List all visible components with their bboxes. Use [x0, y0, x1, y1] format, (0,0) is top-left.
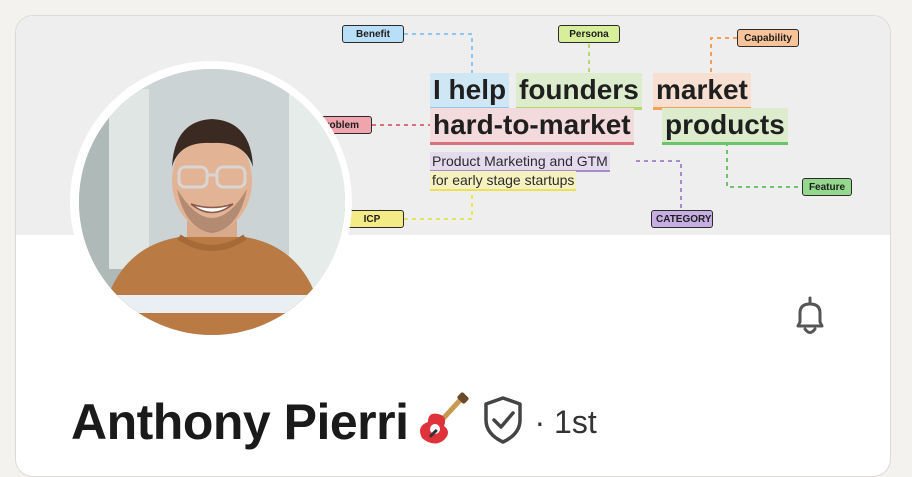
tag-capability: Capability [737, 29, 799, 47]
profile-card: Benefit Persona Capability Problem Featu… [15, 15, 891, 477]
tag-feature: Feature [802, 178, 852, 196]
tag-benefit: Benefit [342, 25, 404, 43]
verified-shield-icon[interactable] [480, 394, 526, 451]
profile-name: Anthony Pierri [71, 394, 409, 450]
connection-degree: · 1st [534, 403, 597, 440]
subline-product-marketing: Product Marketing and GTM [430, 152, 610, 172]
avatar-photo [79, 69, 345, 335]
headline-i-help: I help [430, 73, 510, 110]
guitar-icon [414, 391, 472, 453]
tag-category: CATEGORY [651, 210, 713, 228]
avatar[interactable] [79, 69, 345, 335]
tag-persona: Persona [558, 25, 620, 43]
headline-founders: founders [516, 73, 642, 110]
subline-early-stage: for early stage startups [430, 171, 577, 191]
bell-icon[interactable] [786, 292, 834, 340]
headline-market: market [653, 73, 751, 110]
headline-products: products [662, 108, 788, 145]
name-row: Anthony Pierri · 1st [71, 391, 597, 453]
headline-hard-to-market: hard-to-market [430, 108, 634, 145]
